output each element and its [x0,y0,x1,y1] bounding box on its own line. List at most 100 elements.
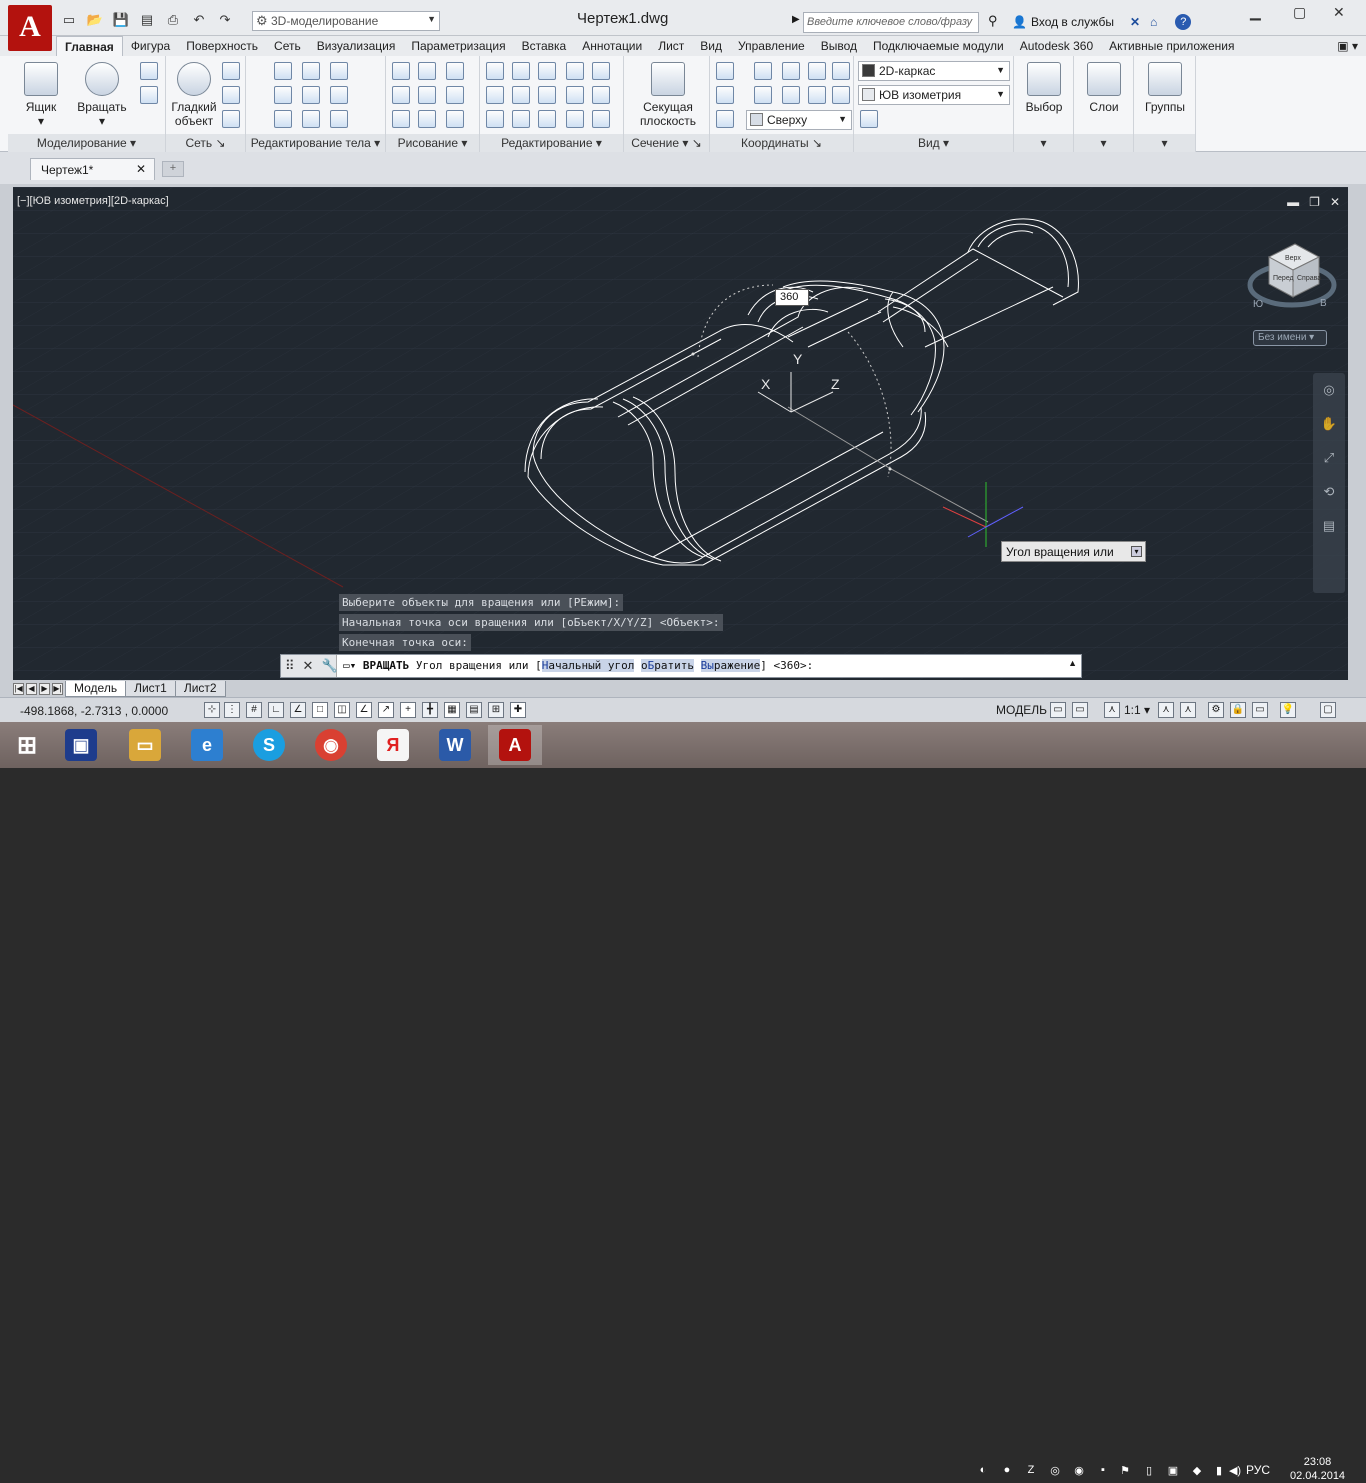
tab-mesh[interactable]: Сеть [266,36,309,56]
ellipse-icon[interactable] [446,110,464,128]
rotate-icon[interactable] [538,86,556,104]
clean-screen-icon[interactable]: ▢ [1320,702,1336,718]
input-language[interactable]: РУС [1246,1463,1270,1477]
taskbar-skype[interactable]: S [242,725,296,765]
copy-icon[interactable] [538,110,556,128]
pan-icon[interactable]: ✋ [1313,407,1345,441]
tab-surface[interactable]: Поверхность [178,36,266,56]
panel-title-draw[interactable]: Рисование ▾ [386,134,479,152]
extract-edges-icon[interactable] [302,62,320,80]
panel-title-modeling[interactable]: Моделирование ▾ [8,134,165,152]
tab-view[interactable]: Вид [692,36,730,56]
search-input[interactable]: Введите ключевое слово/фразу [803,12,979,33]
polygon-icon[interactable] [392,110,410,128]
close-button[interactable]: ✕ [1333,4,1345,21]
last-tab-icon[interactable]: ▶| [52,682,63,695]
subtract-icon[interactable] [274,86,292,104]
taskbar-autocad[interactable]: A [488,725,542,765]
selection-cycling-icon[interactable]: ⊞ [488,702,504,718]
tab-home[interactable]: Главная [56,36,123,56]
fillet-edge-icon[interactable] [330,110,348,128]
network-icon[interactable]: ▮ [1212,1464,1226,1477]
recent-commands-icon[interactable]: ▲ [1068,658,1077,668]
isolate-objects-icon[interactable]: 💡 [1280,702,1296,718]
restore-icon[interactable]: ❐ [1309,195,1320,209]
tab-model[interactable]: Модель [65,680,127,697]
named-view-button[interactable]: Без имени ▾ [1253,330,1327,346]
panel-title-mesh[interactable]: Сеть ↘ [166,134,245,152]
open-icon[interactable]: 📂 [84,10,106,30]
ucs-origin-icon[interactable] [808,62,826,80]
annotation-scale[interactable]: 1:1 ▾ [1124,703,1150,717]
3d-mirror-icon[interactable] [512,110,530,128]
intersect-icon[interactable] [274,110,292,128]
tab-layout1[interactable]: Лист1 [125,680,176,697]
viewport-config-icon[interactable] [860,110,878,128]
first-tab-icon[interactable]: |◀ [13,682,24,695]
ucs-object-icon[interactable] [716,86,734,104]
ucs-view-icon[interactable] [832,62,850,80]
3d-move-icon[interactable] [538,62,556,80]
command-prompt[interactable]: ▭▾ ВРАЩАТЬ Угол вращения или [Начальный … [343,659,813,672]
a360-icon[interactable]: ⌂ [1150,15,1157,29]
binoculars-icon[interactable]: ⚲ [988,13,998,29]
workspace-select[interactable]: ⚙ 3D-моделирование ▼ [252,11,440,31]
box-button[interactable]: Ящик ▾ [16,62,66,128]
tab-render[interactable]: Визуализация [309,36,404,56]
tray-icon[interactable]: ◎ [1048,1464,1062,1477]
minimize-button[interactable]: ▁ [1250,4,1261,21]
smooth-more-icon[interactable] [222,62,240,80]
taskbar-word[interactable]: W [428,725,482,765]
navigation-bar[interactable]: ◎ ✋ ⤢ ⟲ ▤ [1313,373,1345,593]
presspull-icon[interactable] [140,86,158,104]
array-icon[interactable] [592,110,610,128]
transparency-icon[interactable]: ▦ [444,702,460,718]
model-space-toggle[interactable]: МОДЕЛЬ [996,703,1047,717]
workspace-switch-icon[interactable]: ⚙ [1208,702,1224,718]
annotation-visibility-icon[interactable]: ⋏ [1158,702,1174,718]
options-down-icon[interactable]: ▾ [1131,546,1142,557]
tab-featured-apps[interactable]: Активные приложения [1101,36,1242,56]
tab-autodesk-360[interactable]: Autodesk 360 [1012,36,1101,56]
tab-manage[interactable]: Управление [730,36,813,56]
mirror-icon[interactable] [566,86,584,104]
wrench-icon[interactable]: 🔧 [321,658,337,674]
new-icon[interactable]: ▭ [58,10,80,30]
prev-tab-icon[interactable]: ◀ [26,682,37,695]
lock-icon[interactable]: 🔒 [1230,702,1246,718]
steering-wheel-icon[interactable]: ◎ [1313,373,1345,407]
save-as-icon[interactable]: ▤ [136,10,158,30]
ucs-named-icon[interactable] [754,62,772,80]
slice-icon[interactable] [302,86,320,104]
lineweight-icon[interactable]: ╋ [422,702,438,718]
taskbar-chrome[interactable]: ◉ [304,725,358,765]
ucs-select[interactable]: Сверху ▼ [746,110,852,130]
revolve-button[interactable]: Вращать ▾ [72,62,132,128]
snap-icon[interactable]: ⋮ [224,702,240,718]
redo-icon[interactable]: ↷ [214,10,236,30]
document-tab[interactable]: Чертеж1* ✕ [30,158,155,180]
ucs-3point-icon[interactable] [832,86,850,104]
tab-insert[interactable]: Вставка [514,36,575,56]
polar-icon[interactable]: ∠ [290,702,306,718]
tab-plugins[interactable]: Подключаемые модули [865,36,1012,56]
layers-button[interactable]: Слои [1078,62,1130,114]
option-start-angle[interactable]: Начальный угол [541,659,635,672]
save-icon[interactable]: 💾 [110,10,132,30]
close-icon[interactable]: ✕ [136,162,146,176]
spline-icon[interactable] [392,86,410,104]
3d-osnap-icon[interactable]: ◫ [334,702,350,718]
expand-search-icon[interactable]: ▶ [792,14,800,25]
separate-icon[interactable] [330,86,348,104]
dynamic-input-angle[interactable]: 360 [775,289,809,306]
fillet-icon[interactable] [486,62,504,80]
nvidia-icon[interactable]: ◆ [1190,1464,1204,1477]
tab-output[interactable]: Вывод [813,36,865,56]
rectangle-icon[interactable] [418,110,436,128]
option-expression[interactable]: Выражение [700,659,761,672]
panel-title-modify[interactable]: Редактирование ▾ [480,134,623,152]
tray-icon[interactable]: ◐ [976,1464,990,1476]
battery-icon[interactable]: ▯ [1142,1464,1156,1477]
view-direction-select[interactable]: ЮВ изометрия ▼ [858,85,1010,105]
3d-scale-icon[interactable] [566,62,584,80]
